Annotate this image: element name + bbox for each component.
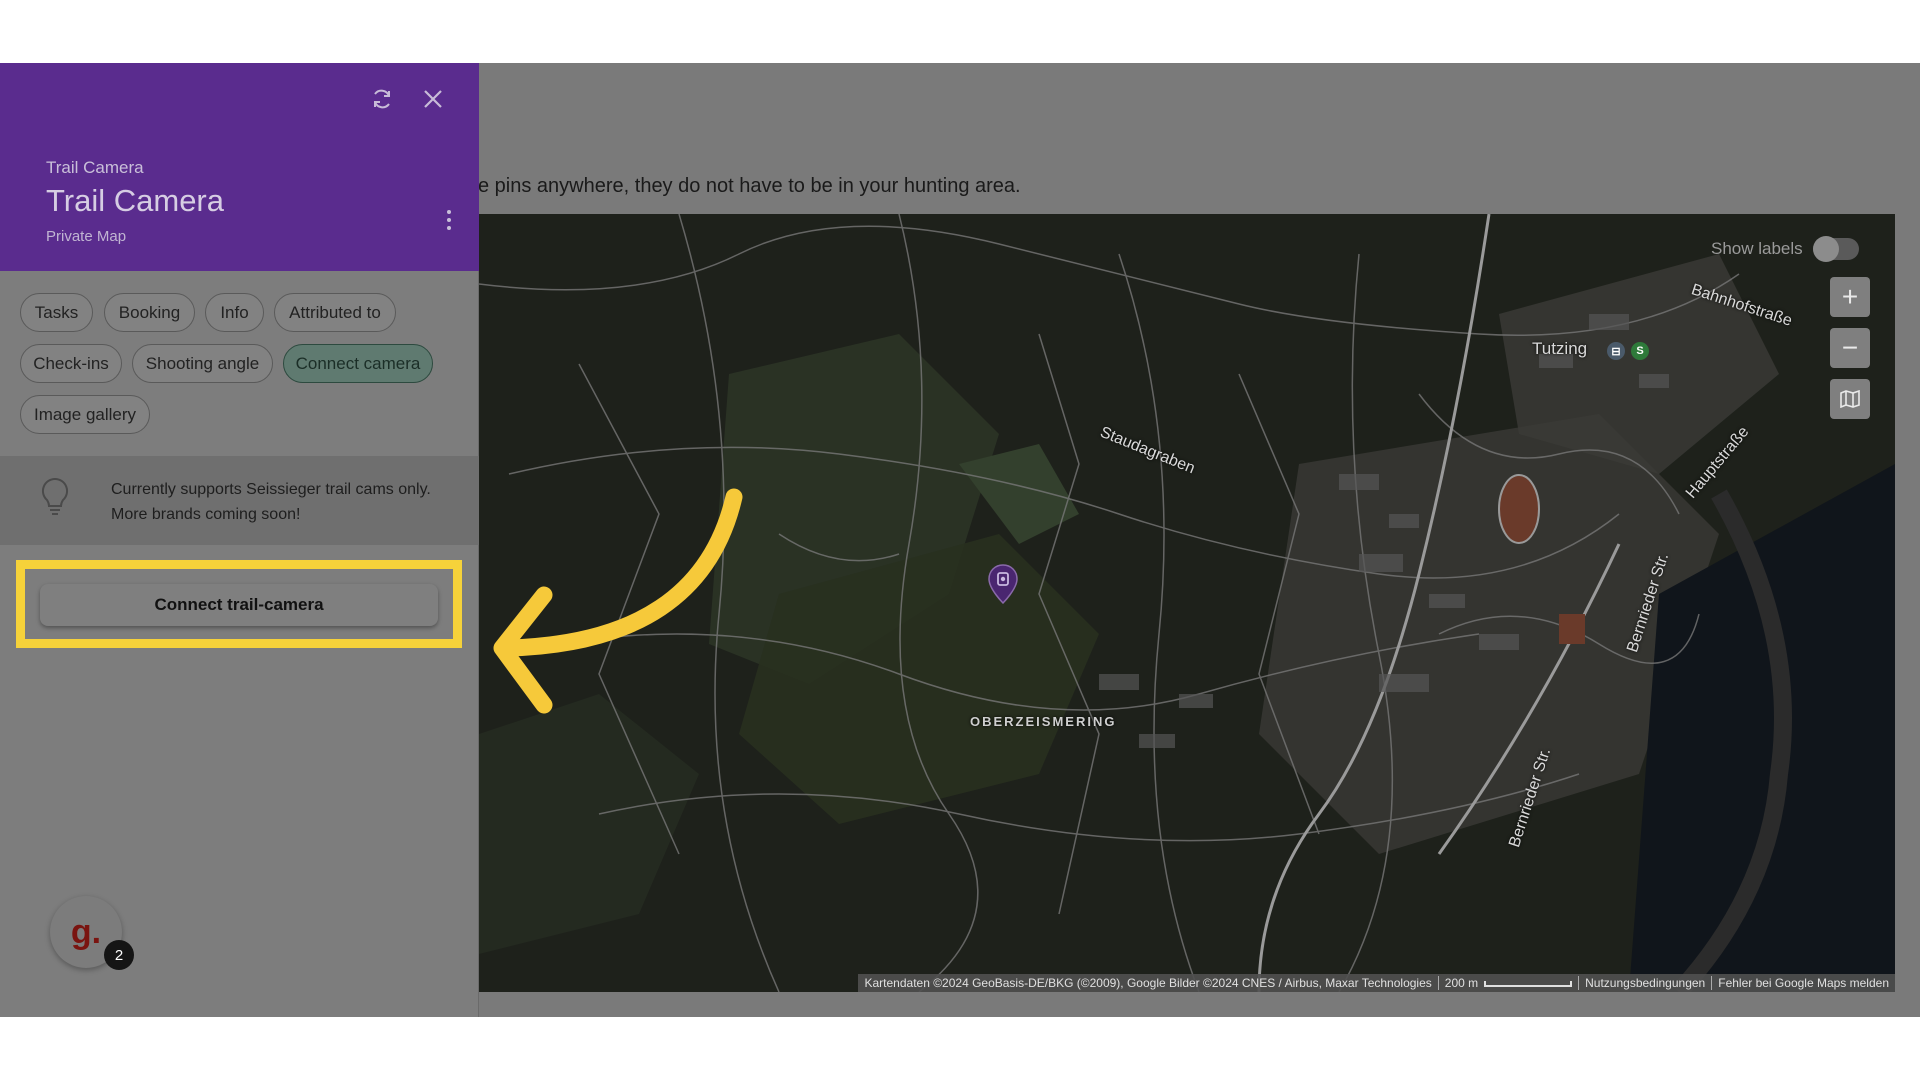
- tab-check-ins[interactable]: Check-ins: [20, 344, 122, 383]
- zoom-in-button[interactable]: +: [1830, 277, 1870, 317]
- show-labels-control[interactable]: Show labels: [1711, 236, 1859, 262]
- terms-link[interactable]: Nutzungsbedingungen: [1579, 976, 1713, 990]
- tab-info[interactable]: Info: [205, 293, 264, 332]
- app-stage: e pins anywhere, they do not have to be …: [0, 63, 1920, 1017]
- s-bahn-icon: S: [1631, 342, 1649, 360]
- report-error-link[interactable]: Fehler bei Google Maps melden: [1712, 976, 1895, 990]
- map-instructions: e pins anywhere, they do not have to be …: [478, 175, 1021, 197]
- trail-camera-pin-icon[interactable]: [988, 564, 1018, 604]
- map-scale-label: 200 m: [1444, 976, 1479, 990]
- map-label-oberzeismering: OBERZEISMERING: [970, 714, 1117, 729]
- show-labels-toggle[interactable]: [1812, 236, 1859, 262]
- map-attribution: Kartendaten ©2024 GeoBasis-DE/BKG (©2009…: [858, 974, 1895, 992]
- panel-header: Trail Camera Trail Camera Private Map: [0, 63, 479, 271]
- tutorial-arrow: [493, 488, 743, 714]
- tab-connect-camera[interactable]: Connect camera: [283, 344, 433, 383]
- tab-booking[interactable]: Booking: [104, 293, 195, 332]
- refresh-icon: [374, 89, 390, 109]
- refresh-button[interactable]: [366, 83, 398, 115]
- tab-shooting-angle[interactable]: Shooting angle: [132, 344, 273, 383]
- tab-tasks[interactable]: Tasks: [20, 293, 93, 332]
- panel-subtitle: Private Map: [46, 228, 127, 245]
- scale-bar: [1484, 980, 1573, 987]
- lightbulb-icon: [41, 477, 69, 515]
- notification-badge: 2: [104, 940, 134, 970]
- show-labels-label: Show labels: [1711, 239, 1803, 258]
- more-options-button[interactable]: [437, 204, 461, 236]
- map-scale[interactable]: 200 m: [1439, 976, 1580, 990]
- trail-camera-panel: Trail Camera Trail Camera Private Map Ta…: [0, 63, 479, 1017]
- connect-trail-camera-button[interactable]: Connect trail-camera: [40, 584, 438, 626]
- close-icon: [424, 90, 442, 108]
- panel-title: Trail Camera: [46, 183, 224, 218]
- tab-image-gallery[interactable]: Image gallery: [20, 395, 150, 434]
- map-icon: [1840, 390, 1860, 408]
- panel-type-label: Trail Camera: [46, 158, 144, 177]
- tab-attributed-to[interactable]: Attributed to: [274, 293, 396, 332]
- info-tip: Currently supports Seissieger trail cams…: [0, 456, 479, 545]
- zoom-out-button[interactable]: −: [1830, 328, 1870, 368]
- map-data-credits: Kartendaten ©2024 GeoBasis-DE/BKG (©2009…: [858, 976, 1439, 990]
- map-type-button[interactable]: [1830, 379, 1870, 419]
- tip-text: Currently supports Seissieger trail cams…: [111, 481, 431, 523]
- map-label-tutzing: Tutzing: [1532, 339, 1588, 358]
- bus-station-icon: ⊟: [1607, 342, 1625, 360]
- close-button[interactable]: [417, 83, 449, 115]
